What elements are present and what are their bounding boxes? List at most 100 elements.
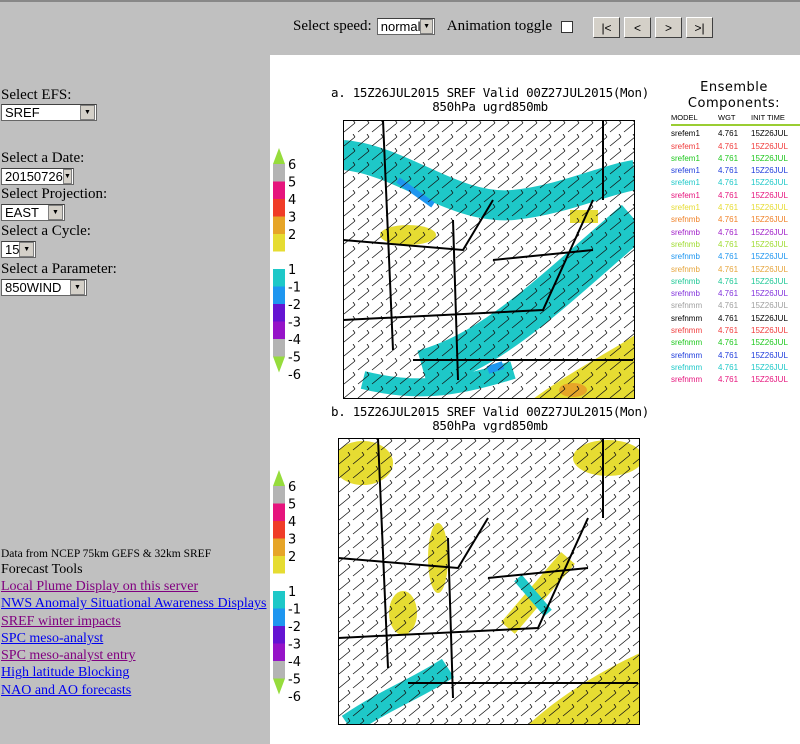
ensemble-init: 15Z26JUL [751, 252, 788, 262]
colorbar-a: 6 5 4 3 2 1 -1 -2 -3 -4 -5 -6 [273, 148, 301, 380]
animation-toggle-checkbox[interactable] [561, 20, 574, 33]
prev-frame-button[interactable]: < [624, 17, 651, 38]
ensemble-model: srefnmm [671, 375, 703, 385]
colorbar-label: 2 [288, 228, 296, 243]
speed-label: Select speed: [293, 18, 372, 34]
ensemble-init: 15Z26JUL [751, 289, 788, 299]
ensemble-wgt: 4.761 [718, 190, 739, 200]
efs-value: SREF [5, 105, 40, 120]
colorbar-arrow-bottom [273, 678, 285, 695]
ensemble-model: srefem1 [671, 190, 700, 200]
map-a-ugrd[interactable] [343, 120, 635, 399]
link-3[interactable]: SPC meso-analyst [1, 630, 266, 647]
colorbar-label: 1 [288, 585, 296, 600]
ensemble-init: 15Z26JUL [751, 153, 788, 163]
ensemble-wgt: 4.761 [718, 326, 739, 336]
chevron-down-icon: ▼ [420, 19, 433, 34]
header-init: INIT TIME [751, 113, 785, 122]
ensemble-row: srefnmm 4.761 15Z26JUL [671, 337, 800, 349]
map-b-vgrd[interactable] [338, 438, 640, 725]
efs-select[interactable]: SREF ▼ [1, 104, 97, 121]
colorbar-label: -2 [288, 298, 301, 313]
forecast-tools-heading: Forecast Tools [1, 562, 83, 577]
colorbar-swatch [273, 503, 285, 521]
ensemble-init: 15Z26JUL [751, 129, 788, 139]
cycle-label: Select a Cycle: [1, 223, 91, 239]
efs-label: Select EFS: [1, 87, 72, 103]
parameter-value: 850WIND [5, 280, 62, 295]
colorbar-swatch [273, 339, 285, 357]
map-a-title: a. 15Z26JUL2015 SREF Valid 00Z27JUL2015(… [320, 86, 660, 114]
colorbar-label: -1 [288, 281, 301, 296]
link-4[interactable]: SPC meso-analyst entry [1, 647, 266, 664]
link-1[interactable]: NWS Anomaly Situational Awareness Displa… [1, 595, 266, 612]
ensemble-init: 15Z26JUL [751, 178, 788, 188]
map-a-title-line: a. 15Z26JUL2015 SREF Valid 00Z27JUL2015(… [331, 85, 649, 100]
cycle-select[interactable]: 15 ▼ [1, 241, 36, 258]
header-model: MODEL [671, 113, 698, 122]
ensemble-row: srefnmm 4.761 15Z26JUL [671, 300, 800, 312]
ensemble-init: 15Z26JUL [751, 362, 788, 372]
ensemble-init: 15Z26JUL [751, 239, 788, 249]
cycle-value: 15 [5, 242, 20, 257]
ensemble-model: srefnmb [671, 276, 700, 286]
ensemble-wgt: 4.761 [718, 153, 739, 163]
ensemble-row: srefem1 4.761 15Z26JUL [671, 153, 800, 165]
ensemble-model: srefnmb [671, 264, 700, 274]
ensemble-wgt: 4.761 [718, 166, 739, 176]
ensemble-row: srefnmb 4.761 15Z26JUL [671, 288, 800, 300]
first-frame-button[interactable]: |< [593, 17, 620, 38]
parameter-select[interactable]: 850WIND ▼ [1, 279, 87, 296]
chevron-down-icon: ▼ [19, 242, 34, 257]
ensemble-init: 15Z26JUL [751, 215, 788, 225]
ensemble-model: srefnmm [671, 350, 703, 360]
forecast-tools: Data from NCEP 75km GEFS & 32km SREF For… [1, 547, 266, 699]
colorbar-swatch [273, 234, 285, 252]
ensemble-model: srefnmm [671, 313, 703, 323]
colorbar-swatch [273, 608, 285, 626]
chevron-down-icon: ▼ [70, 280, 85, 295]
colorbar-arrow-top [273, 148, 285, 164]
ensemble-wgt: 4.761 [718, 375, 739, 385]
ensemble-wgt: 4.761 [718, 289, 739, 299]
ensemble-init: 15Z26JUL [751, 190, 788, 200]
animation-toggle-label: Animation toggle [446, 18, 553, 34]
ensemble-init: 15Z26JUL [751, 375, 788, 385]
map-b-subtitle: 850hPa vgrd850mb [432, 418, 548, 433]
link-5[interactable]: High latitude Blocking [1, 664, 266, 681]
top-border [0, 0, 800, 2]
colorbar-arrow-top [273, 470, 285, 486]
ensemble-title: Ensemble [700, 80, 768, 95]
colorbar-swatch [273, 661, 285, 679]
date-select[interactable]: 20150726 ▼ [1, 168, 74, 185]
colorbar-label: 2 [288, 550, 296, 565]
link-6[interactable]: NAO and AO forecasts [1, 682, 266, 699]
ensemble-row: srefem1 4.761 15Z26JUL [671, 165, 800, 177]
chevron-down-icon: ▼ [80, 105, 95, 120]
projection-select[interactable]: EAST ▼ [1, 204, 65, 221]
ensemble-model: srefnmm [671, 362, 703, 372]
colorbar-swatch [273, 486, 285, 504]
colorbar-label: -5 [288, 673, 301, 688]
next-frame-button[interactable]: > [655, 17, 682, 38]
link-2[interactable]: SREF winter impacts [1, 613, 266, 630]
ensemble-wgt: 4.761 [718, 301, 739, 311]
colorbar-label: 6 [288, 480, 296, 495]
colorbar-swatch [273, 321, 285, 339]
ensemble-row: srefnmm 4.761 15Z26JUL [671, 374, 800, 386]
colorbar-swatch [273, 164, 285, 182]
ensemble-init: 15Z26JUL [751, 338, 788, 348]
map-b-title-line: b. 15Z26JUL2015 SREF Valid 00Z27JUL2015(… [331, 404, 649, 419]
speed-select[interactable]: normal ▼ [376, 18, 435, 35]
ensemble-wgt: 4.761 [718, 215, 739, 225]
link-0[interactable]: Local Plume Display on this server [1, 578, 266, 595]
ensemble-row: srefnmb 4.761 15Z26JUL [671, 239, 800, 251]
speed-value: normal [380, 19, 421, 34]
ensemble-model: srefem1 [671, 153, 700, 163]
colorbar-swatch [273, 643, 285, 661]
ensemble-wgt: 4.761 [718, 264, 739, 274]
last-frame-button[interactable]: >| [686, 17, 713, 38]
ensemble-model: srefnmb [671, 239, 700, 249]
colorbar-label: -4 [288, 333, 301, 348]
ensemble-init: 15Z26JUL [751, 313, 788, 323]
